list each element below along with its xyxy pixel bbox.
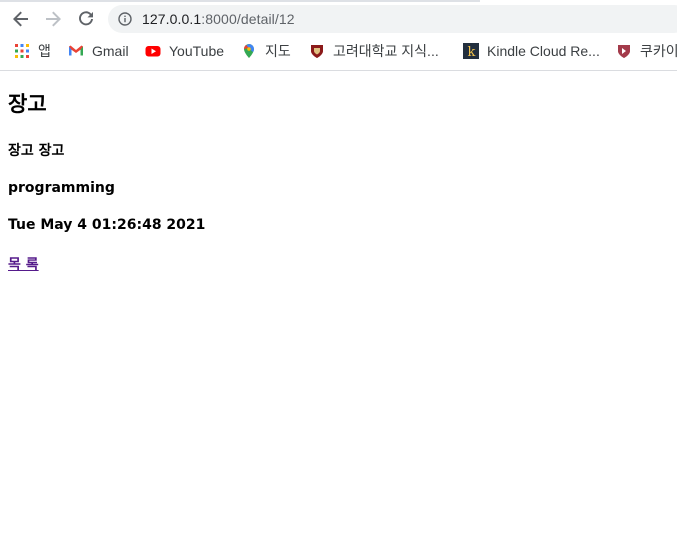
page-title: 장고 (8, 92, 47, 116)
list-link[interactable]: 목 록 (8, 254, 39, 274)
reload-icon (79, 11, 93, 26)
bookmark-label: 고려대학교 지식... (333, 43, 439, 59)
reload-button[interactable] (73, 6, 99, 32)
bookmark-label: 앱 (38, 43, 51, 59)
bookmark-kindle[interactable]: k Kindle Cloud Re... (463, 41, 600, 61)
info-icon[interactable] (118, 12, 132, 26)
tab-strip-edge (0, 0, 480, 2)
address-bar[interactable]: 127.0.0.1:8000/detail/12 (108, 5, 677, 33)
url-host: 127.0.0.1 (142, 11, 202, 27)
url-text[interactable]: 127.0.0.1:8000/detail/12 (142, 11, 295, 27)
bookmark-youtube[interactable]: YouTube (145, 41, 224, 61)
apps-grid-icon (14, 43, 30, 59)
kuka-icon (616, 43, 632, 59)
page-content: 장고 장고 장고 programming Tue May 4 01:26:48 … (8, 70, 668, 273)
kindle-icon: k (463, 43, 479, 60)
bookmark-label: YouTube (169, 43, 225, 59)
browser-toolbar: 127.0.0.1:8000/detail/12 (0, 4, 677, 34)
bookmark-gmail[interactable]: Gmail (68, 41, 129, 61)
bookmark-apps[interactable]: 앱 (14, 41, 51, 61)
youtube-icon (145, 43, 161, 59)
bookmarks-bar: 앱 Gmail YouTube 지도 고려대학교 지식... k Kindle … (0, 38, 677, 64)
browser-chrome: 127.0.0.1:8000/detail/12 앱 Gmail YouTube… (0, 0, 677, 71)
bookmark-label: Gmail (92, 43, 129, 59)
post-subtitle: 장고 장고 (8, 143, 65, 159)
bookmark-kuka[interactable]: 쿠카이 (616, 41, 677, 61)
bookmark-label: 지도 (265, 43, 291, 59)
back-button[interactable] (8, 6, 34, 32)
post-category: programming (8, 180, 115, 196)
bookmark-maps[interactable]: 지도 (241, 41, 291, 61)
back-arrow-icon (13, 11, 28, 27)
forward-arrow-icon (46, 11, 61, 27)
bookmark-label: 쿠카이 (640, 43, 677, 59)
url-path: :8000/detail/12 (201, 11, 295, 27)
gmail-icon (68, 43, 84, 59)
bookmark-korea-univ[interactable]: 고려대학교 지식... (309, 41, 439, 61)
forward-button[interactable] (40, 6, 66, 32)
bookmark-label: Kindle Cloud Re... (487, 43, 600, 59)
post-timestamp: Tue May 4 01:26:48 2021 (8, 217, 206, 233)
korea-univ-icon (309, 43, 325, 59)
svg-text:k: k (468, 45, 476, 59)
maps-pin-icon (241, 43, 257, 59)
